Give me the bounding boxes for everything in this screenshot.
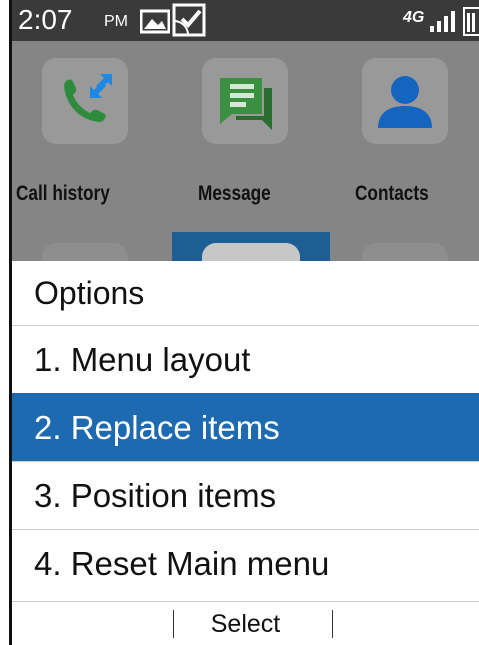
- option-position-items[interactable]: 3. Position items: [12, 461, 479, 529]
- status-bar: 2:07 PM 4G: [12, 0, 479, 41]
- status-ampm: PM: [104, 13, 128, 30]
- contacts-icon: [378, 76, 432, 128]
- signal-strength-icon: [430, 11, 455, 32]
- app-tile-row2-center[interactable]: [202, 243, 300, 263]
- app-tile-call-history[interactable]: [42, 58, 128, 144]
- option-replace-items[interactable]: 2. Replace items: [12, 393, 479, 461]
- download-complete-icon: [172, 3, 206, 37]
- call-history-icon: [64, 74, 112, 122]
- softkey-center-select[interactable]: Select: [12, 602, 479, 645]
- message-icon: [220, 78, 272, 130]
- softkey-divider-right: [332, 610, 333, 638]
- device-bezel: [0, 0, 12, 645]
- image-notification-icon: [140, 9, 170, 34]
- phone-screen: 2:07 PM 4G Call history Message Contacts…: [12, 0, 479, 645]
- app-label-call-history: Call history: [16, 182, 110, 205]
- battery-icon: [463, 7, 479, 36]
- app-tile-contacts[interactable]: [362, 58, 448, 144]
- app-tile-message[interactable]: [202, 58, 288, 144]
- softkey-bar: Select: [12, 601, 479, 645]
- app-tile-row2-left[interactable]: [42, 243, 128, 263]
- options-title: Options: [34, 275, 145, 311]
- option-menu-layout[interactable]: 1. Menu layout: [12, 325, 479, 393]
- app-label-contacts: Contacts: [355, 182, 429, 205]
- network-type-icon: 4G: [403, 9, 425, 26]
- option-reset-main-menu[interactable]: 4. Reset Main menu: [12, 529, 479, 597]
- home-screen-background: Call history Message Contacts: [12, 41, 479, 263]
- app-tile-row2-right[interactable]: [362, 243, 448, 263]
- app-label-message: Message: [198, 182, 271, 205]
- status-time: 2:07: [18, 4, 73, 35]
- options-menu: Options 1. Menu layout 2. Replace items …: [12, 261, 479, 601]
